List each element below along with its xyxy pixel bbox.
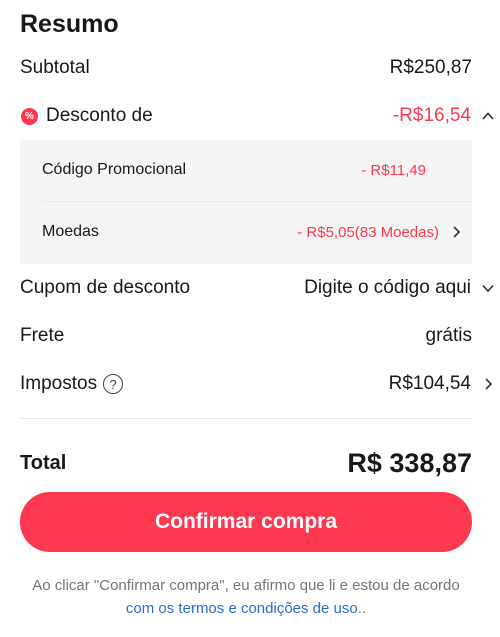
chevron-right-icon[interactable] xyxy=(448,224,464,240)
coins-value: - R$5,05(83 Moedas) xyxy=(297,223,439,241)
chevron-right-icon[interactable] xyxy=(480,376,496,392)
coupon-input[interactable]: Digite o código aqui xyxy=(304,277,471,299)
discount-row[interactable]: % Desconto de -R$16,54 xyxy=(20,101,494,131)
discount-details-panel: Código Promocional - R$11,49 Moedas - R$… xyxy=(20,140,472,264)
promo-code-value: - R$11,49 xyxy=(361,161,426,179)
chevron-up-icon[interactable] xyxy=(480,108,496,124)
taxes-value: R$104,54 xyxy=(388,373,471,394)
promo-code-row: Código Promocional - R$11,49 xyxy=(42,155,442,185)
help-icon[interactable]: ? xyxy=(103,374,124,394)
chevron-down-icon[interactable] xyxy=(480,280,496,296)
taxes-label: Impostos xyxy=(20,373,98,394)
coins-row[interactable]: Moedas - R$5,05(83 Moedas) xyxy=(42,217,461,247)
discount-divider xyxy=(42,201,472,202)
coins-label: Moedas xyxy=(42,223,99,240)
shipping-label: Frete xyxy=(20,325,65,346)
discount-label: Desconto de xyxy=(46,105,153,126)
terms-link[interactable]: com os termos e condições de uso xyxy=(126,600,358,617)
taxes-row[interactable]: Impostos ? R$104,54 xyxy=(20,369,493,399)
total-divider xyxy=(20,418,472,419)
discount-icon: % xyxy=(21,107,38,125)
subtotal-value: R$250,87 xyxy=(389,57,472,78)
terms-prefix: Ao clicar "Confirmar compra", eu afirmo … xyxy=(32,577,460,594)
subtotal-label: Subtotal xyxy=(20,57,90,78)
total-row: Total R$ 338,87 xyxy=(20,443,472,483)
promo-code-label: Código Promocional xyxy=(42,161,187,178)
shipping-row: Frete grátis xyxy=(20,321,472,351)
total-value: R$ 338,87 xyxy=(347,447,472,478)
coupon-row[interactable]: Cupom de desconto Digite o código aqui xyxy=(20,273,494,303)
confirm-purchase-button[interactable]: Confirmar compra xyxy=(20,492,472,552)
subtotal-row: Subtotal R$250,87 xyxy=(20,53,472,83)
terms-suffix: .. xyxy=(357,600,367,617)
shipping-value: grátis xyxy=(425,325,472,346)
discount-value: -R$16,54 xyxy=(392,105,471,126)
coupon-label: Cupom de desconto xyxy=(20,277,191,298)
terms-text: Ao clicar "Confirmar compra", eu afirmo … xyxy=(20,574,472,620)
summary-title: Resumo xyxy=(20,10,119,38)
total-label: Total xyxy=(20,451,67,474)
